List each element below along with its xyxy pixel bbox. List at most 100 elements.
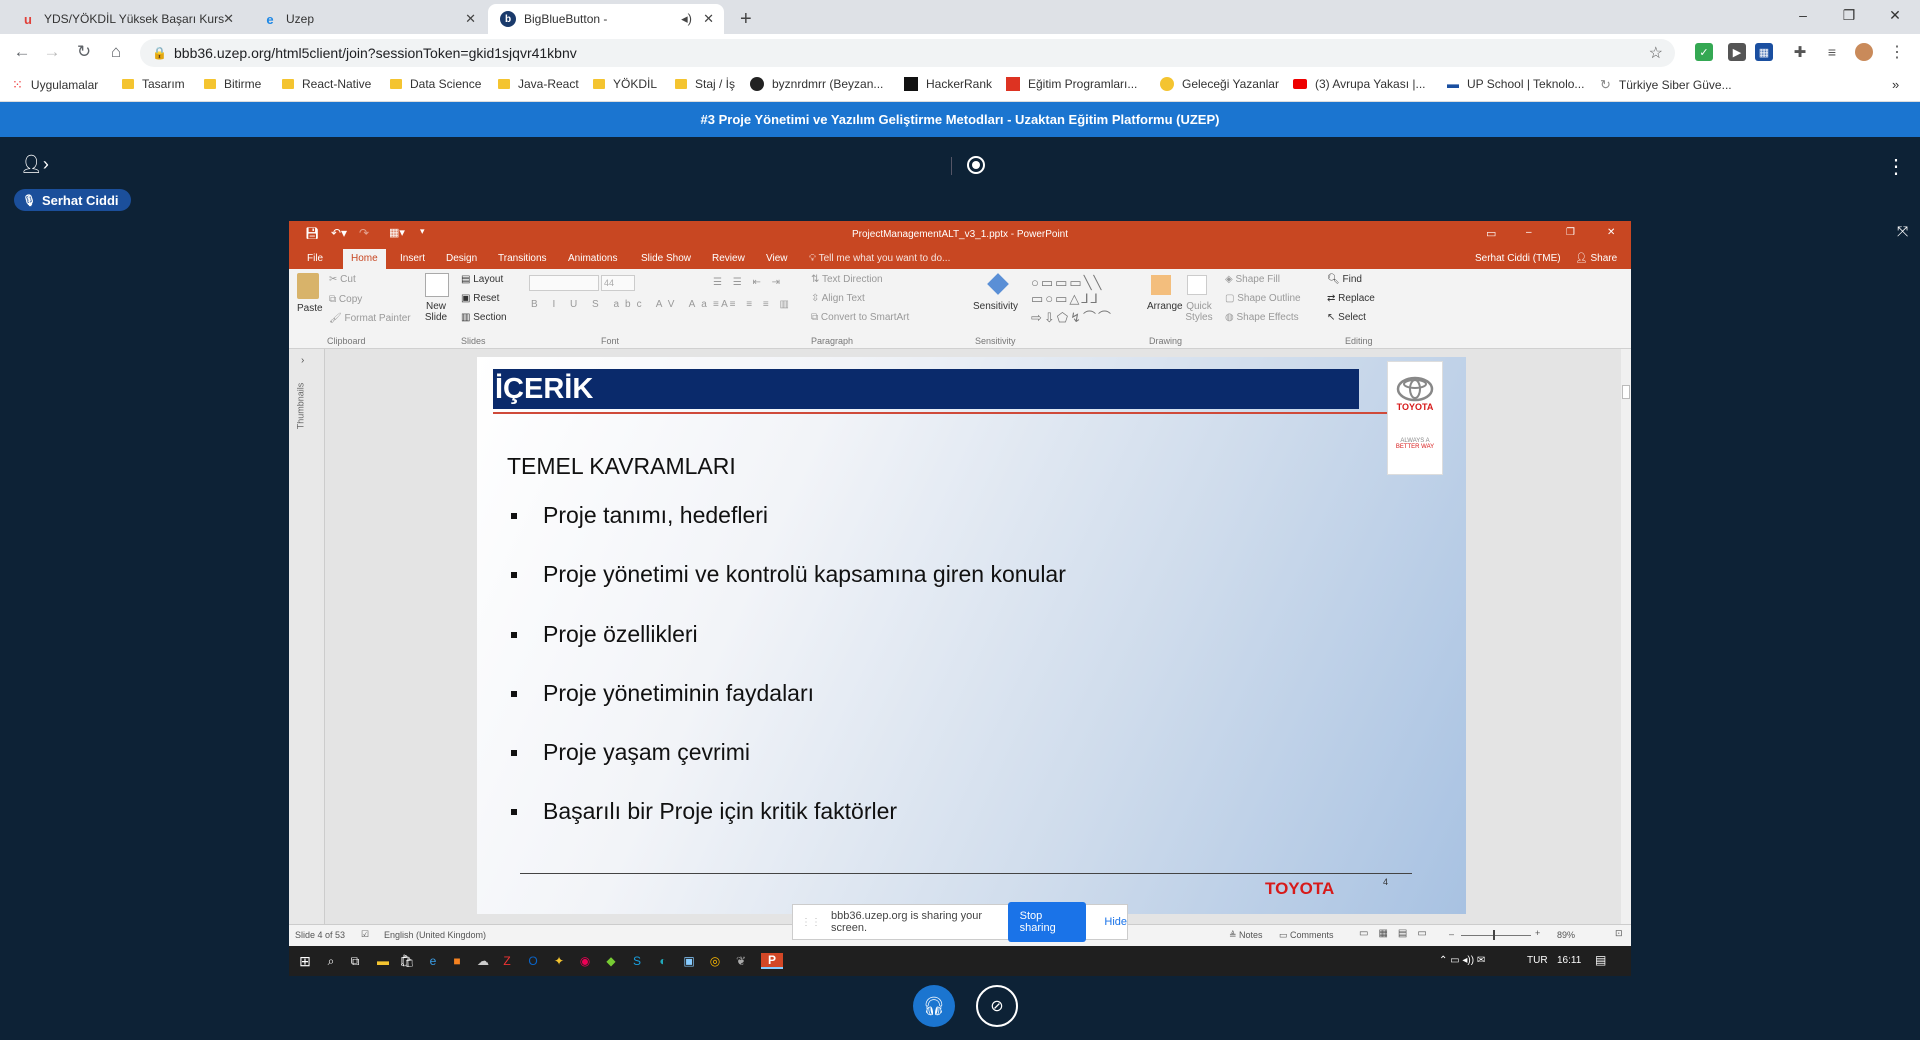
slide[interactable]: İÇERİK TOYOTA ALWAYS A BETTER WAY TEMEL … bbox=[477, 357, 1466, 914]
app-icon[interactable]: ❦ bbox=[733, 953, 749, 969]
url-input[interactable]: 🔒 bbb36.uzep.org/html5client/join?sessio… bbox=[140, 39, 1675, 67]
bookmark-item[interactable]: (3) Avrupa Yakası |... bbox=[1293, 77, 1426, 91]
forward-icon[interactable]: → bbox=[40, 40, 64, 64]
language-label[interactable]: English (United Kingdom) bbox=[384, 930, 486, 940]
list-buttons[interactable]: ☰ ☰ ⇤ ⇥ bbox=[713, 277, 784, 288]
screen-share-button[interactable]: ⊘ bbox=[976, 985, 1018, 1027]
ppt-minimize-button[interactable]: – bbox=[1526, 227, 1532, 238]
select-button[interactable]: ↖ Select bbox=[1327, 312, 1366, 323]
share-button[interactable]: 👤︎ Share bbox=[1575, 253, 1617, 264]
edge-icon[interactable]: e bbox=[425, 953, 441, 969]
expand-icon[interactable]: › bbox=[301, 355, 304, 366]
quick-styles-icon[interactable] bbox=[1187, 275, 1207, 295]
tab-design[interactable]: Design bbox=[446, 253, 477, 264]
edge-new-icon[interactable]: ◐ bbox=[655, 953, 671, 969]
home-icon[interactable]: ⌂ bbox=[104, 40, 128, 64]
media-icon[interactable]: ≡ bbox=[1823, 43, 1841, 61]
skype-icon[interactable]: S bbox=[629, 953, 645, 969]
more-bookmarks-icon[interactable]: » bbox=[1892, 77, 1899, 92]
bookmark-item[interactable]: Data Science bbox=[390, 77, 481, 91]
view-buttons[interactable]: ▭▦▤▭ bbox=[1359, 928, 1437, 939]
ribbon-display-icon[interactable]: ▭ bbox=[1486, 227, 1496, 240]
slideshow-icon[interactable]: ▦▾ bbox=[389, 226, 405, 239]
powerpoint-icon[interactable]: P bbox=[761, 953, 783, 969]
bookmark-item[interactable]: byznrdmrr (Beyzan... bbox=[750, 77, 883, 91]
record-icon[interactable] bbox=[967, 156, 985, 174]
align-buttons[interactable]: ≡ ≡ ≡ ≡ ▥ bbox=[713, 299, 793, 310]
font-size-input[interactable]: 44 bbox=[601, 275, 635, 291]
spellcheck-icon[interactable]: ☑ bbox=[361, 929, 369, 940]
arrange-label[interactable]: Arrange bbox=[1147, 301, 1183, 312]
tab-home[interactable]: Home bbox=[343, 249, 386, 269]
paste-icon[interactable] bbox=[297, 273, 319, 299]
notes-button[interactable]: ≜ Notes bbox=[1229, 930, 1263, 941]
close-icon[interactable]: ✕ bbox=[703, 11, 714, 27]
windows-start-icon[interactable]: ⊞ bbox=[297, 953, 313, 969]
new-tab-button[interactable]: + bbox=[730, 4, 764, 34]
app-icon[interactable]: ◆ bbox=[603, 953, 619, 969]
format-painter-button[interactable]: 🖌︎ Format Painter bbox=[329, 313, 411, 324]
menu-icon[interactable]: ⋮ bbox=[1888, 43, 1906, 61]
bookmark-item[interactable]: Tasarım bbox=[122, 77, 185, 91]
scroll-thumb[interactable] bbox=[1622, 385, 1630, 399]
tab-slide-show[interactable]: Slide Show bbox=[641, 253, 691, 264]
font-format-buttons[interactable]: B I U S abc AV Aa A bbox=[531, 299, 734, 310]
bookmark-item[interactable]: Geleceği Yazanlar bbox=[1160, 77, 1279, 91]
zoom-out-icon[interactable]: – bbox=[1449, 929, 1454, 939]
quick-styles-label[interactable]: Quick Styles bbox=[1185, 301, 1213, 323]
align-text-button[interactable]: ⇳ Align Text bbox=[811, 293, 865, 304]
new-slide-icon[interactable] bbox=[425, 273, 449, 297]
back-icon[interactable]: ← bbox=[10, 40, 34, 64]
bookmark-item[interactable]: Bitirme bbox=[204, 77, 261, 91]
chrome-icon[interactable]: ◎ bbox=[707, 953, 723, 969]
app-icon[interactable]: ☁ bbox=[475, 953, 491, 969]
app-icon[interactable]: ■ bbox=[449, 953, 465, 969]
tab-file[interactable]: File bbox=[307, 253, 323, 264]
tab-uzep[interactable]: e Uzep ✕ bbox=[250, 4, 486, 34]
user-list-toggle-icon[interactable]: 👤︎› bbox=[20, 154, 49, 175]
avatar[interactable] bbox=[1855, 43, 1873, 61]
tab-animations[interactable]: Animations bbox=[568, 253, 617, 264]
extension-icon[interactable]: ▦ bbox=[1755, 43, 1773, 61]
shape-fill-button[interactable]: ◈ Shape Fill bbox=[1225, 274, 1280, 285]
shapes-gallery[interactable]: ○▭▭▭╲╲ ▭○▭△⅃⅃ ⇨⇩⬠↯⌒⌒ bbox=[1031, 275, 1113, 326]
search-icon[interactable]: ⌕ bbox=[323, 953, 339, 969]
bookmark-item[interactable]: Staj / İş bbox=[675, 77, 735, 91]
shape-effects-button[interactable]: ◍ Shape Effects bbox=[1225, 312, 1299, 323]
zoom-level[interactable]: 89% bbox=[1557, 930, 1575, 940]
puzzle-icon[interactable]: ✚ bbox=[1791, 43, 1809, 61]
tray-icons[interactable]: ⌃ ▭ ◂)) ✉ bbox=[1439, 955, 1485, 966]
presenter-talking-indicator[interactable]: 🎙︎ Serhat Ciddi bbox=[14, 189, 131, 211]
bookmark-apps[interactable]: ⁙ Uygulamalar bbox=[12, 77, 98, 93]
save-icon[interactable]: 💾︎ bbox=[305, 227, 319, 240]
convert-smartart-button[interactable]: ⧉ Convert to SmartArt bbox=[811, 312, 909, 323]
ppt-restore-button[interactable]: ❐ bbox=[1566, 227, 1575, 238]
tab-view[interactable]: View bbox=[766, 253, 788, 264]
app-icon[interactable]: ✦ bbox=[551, 953, 567, 969]
tab-review[interactable]: Review bbox=[712, 253, 745, 264]
bookmark-item[interactable]: YÖKDİL bbox=[593, 77, 657, 91]
tab-insert[interactable]: Insert bbox=[400, 253, 425, 264]
close-icon[interactable]: ✕ bbox=[223, 11, 234, 27]
filezilla-icon[interactable]: Z bbox=[499, 953, 515, 969]
sensitivity-label[interactable]: Sensitivity bbox=[973, 301, 1018, 312]
tab-transitions[interactable]: Transitions bbox=[498, 253, 547, 264]
star-icon[interactable]: ☆ bbox=[1649, 43, 1663, 63]
hide-button[interactable]: Hide bbox=[1104, 916, 1127, 928]
notification-icon[interactable]: ▤ bbox=[1595, 953, 1606, 967]
undo-icon[interactable]: ↶▾ bbox=[331, 226, 347, 240]
bookmark-item[interactable]: Eğitim Programları... bbox=[1006, 77, 1137, 91]
cut-button[interactable]: ✂ Cut bbox=[329, 274, 356, 285]
text-direction-button[interactable]: ⇅ Text Direction bbox=[811, 274, 883, 285]
reload-icon[interactable]: ↻ bbox=[72, 40, 96, 64]
replace-button[interactable]: ⇄ Replace bbox=[1327, 293, 1375, 304]
outlook-icon[interactable]: O bbox=[525, 953, 541, 969]
comments-button[interactable]: ▭ Comments bbox=[1279, 930, 1334, 941]
tell-me-box[interactable]: 💡︎ Tell me what you want to do... bbox=[809, 253, 950, 264]
audio-button[interactable]: 🎧︎ bbox=[913, 985, 955, 1027]
zoom-slider-thumb[interactable] bbox=[1493, 930, 1495, 940]
tab-yds[interactable]: u YDS/YÖKDİL Yüksek Başarı Kursu ✕ bbox=[8, 4, 244, 34]
sensitivity-icon[interactable] bbox=[987, 273, 1009, 295]
bookmark-item[interactable]: Java-React bbox=[498, 77, 579, 91]
new-slide-label[interactable]: New Slide bbox=[421, 301, 451, 323]
